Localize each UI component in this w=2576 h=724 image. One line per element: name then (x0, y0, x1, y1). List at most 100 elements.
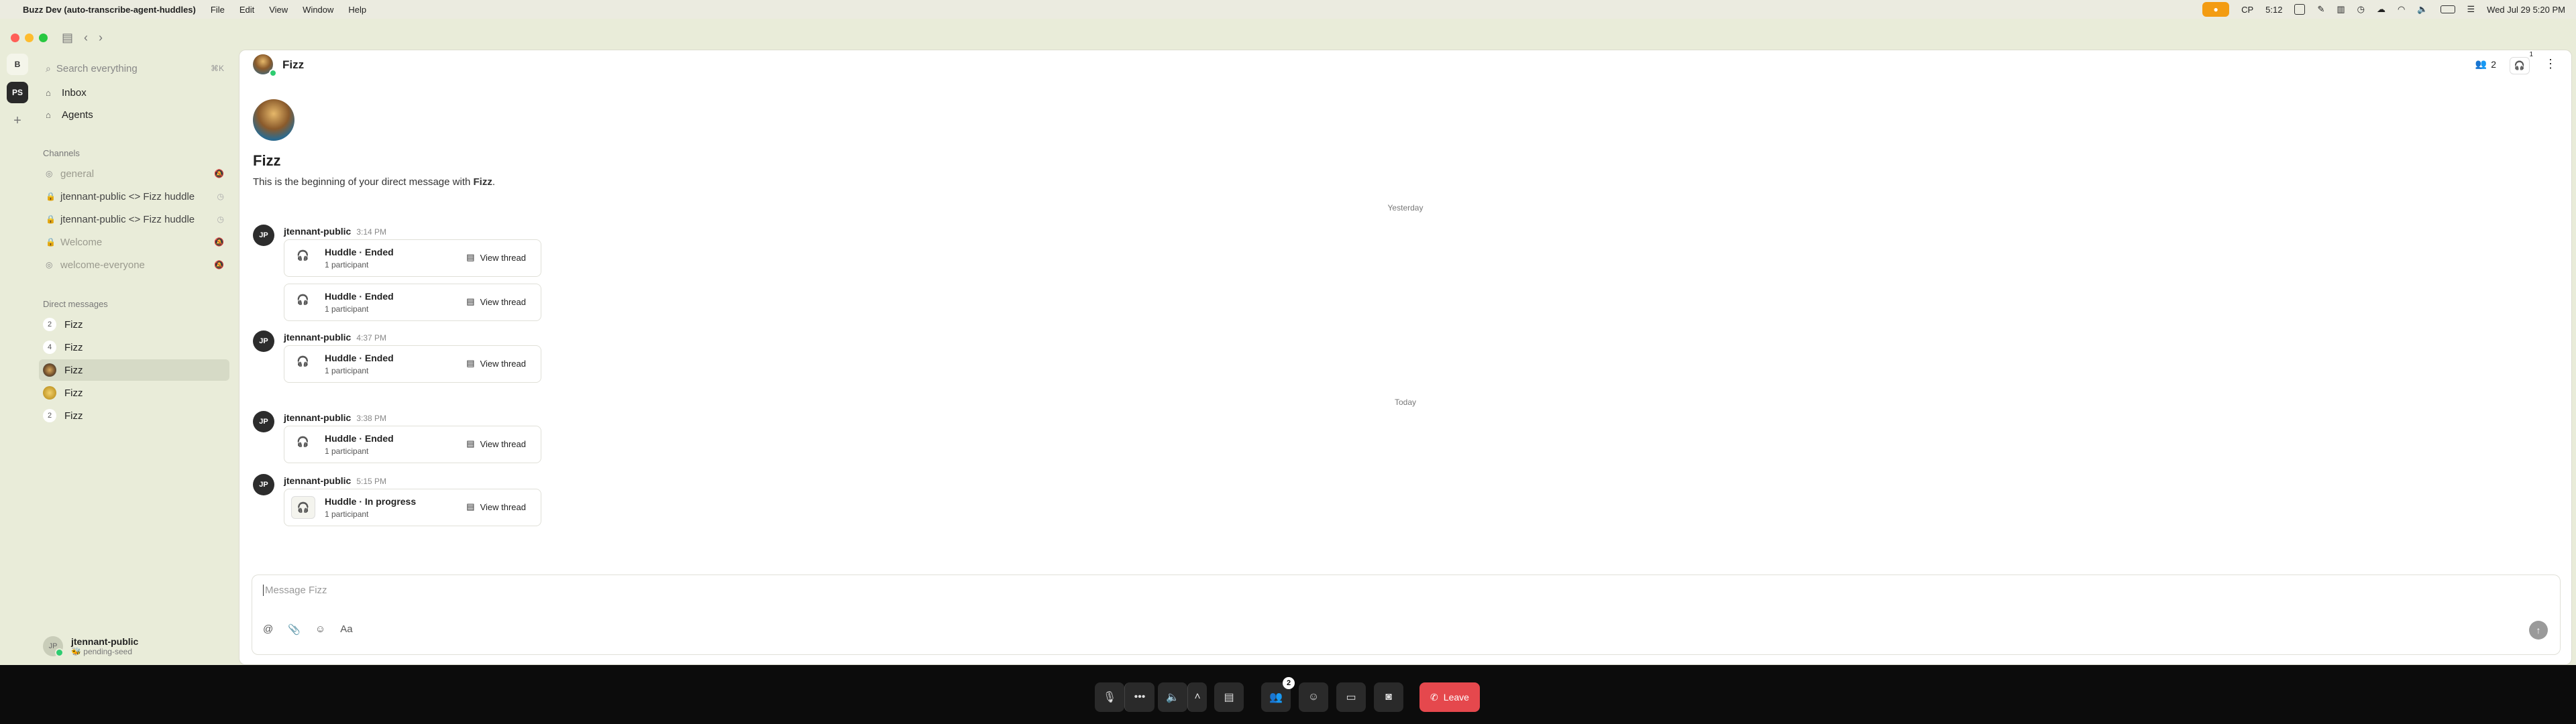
status-timer[interactable]: 5:12 (2265, 5, 2282, 15)
send-button[interactable]: ↑ (2529, 621, 2548, 640)
author-name[interactable]: jtennant-public (284, 332, 351, 343)
channel-welcome-everyone[interactable]: ◎ welcome-everyone 🔕 (39, 255, 229, 275)
emoji-icon[interactable]: ☺ (315, 623, 325, 636)
pen-icon[interactable]: ✎ (2317, 4, 2324, 15)
back-icon[interactable]: ‹ (84, 31, 88, 45)
dm-item-fizz-active[interactable]: Fizz (39, 359, 229, 381)
huddle-participants: 1 participant (325, 366, 369, 375)
control-center-icon[interactable]: ☰ (2467, 4, 2475, 15)
reaction-button[interactable]: ☺ (1299, 682, 1328, 712)
chart-icon[interactable]: ▥ (2337, 4, 2345, 15)
wifi-icon[interactable]: ◠ (2398, 4, 2405, 15)
menu-window[interactable]: Window (303, 5, 333, 15)
status-cp[interactable]: CP (2241, 5, 2253, 15)
mic-button[interactable]: 🎙 (1095, 682, 1124, 712)
dm-badge: 4 (43, 341, 56, 354)
window-controls (11, 34, 48, 42)
dm-item-fizz[interactable]: 2 Fizz (39, 405, 229, 426)
agent-button[interactable]: ◙ (1374, 682, 1403, 712)
add-workspace-button[interactable]: + (7, 110, 28, 131)
sidebar-toggle-icon[interactable]: ▤ (62, 31, 73, 45)
view-thread-button[interactable]: ▤ View thread (466, 296, 526, 307)
huddle-button[interactable]: 🎧 1 (2510, 51, 2533, 74)
format-button[interactable]: Aa (340, 623, 352, 636)
speaker-options-button[interactable]: ˄ (1187, 682, 1207, 712)
author-name[interactable]: jtennant-public (284, 412, 351, 423)
mic-recording-icon[interactable]: ● (2202, 2, 2230, 17)
channel-general[interactable]: ◎ general 🔕 (39, 164, 229, 184)
members-button[interactable]: 👥 2 (2475, 58, 2496, 70)
lock-icon: 🔒 (46, 215, 56, 224)
battery-icon[interactable] (2440, 5, 2455, 13)
channel-welcome[interactable]: 🔒 Welcome 🔕 (39, 232, 229, 252)
huddle-card[interactable]: 🎧 Huddle · Ended 1 participant ▤ View thr… (284, 239, 541, 277)
channel-label: Welcome (60, 236, 103, 248)
close-window-icon[interactable] (11, 34, 19, 42)
workspace-b-button[interactable]: B (7, 54, 28, 75)
menu-view[interactable]: View (269, 5, 288, 15)
dm-badge: 2 (43, 318, 56, 331)
view-thread-button[interactable]: ▤ View thread (466, 438, 526, 449)
dm-badge: 2 (43, 409, 56, 422)
speaker-icon: 🔈 (1166, 692, 1179, 703)
view-thread-label: View thread (480, 296, 526, 307)
author-name[interactable]: jtennant-public (284, 475, 351, 486)
transcript-icon: ▤ (1224, 692, 1234, 703)
mute-icon: 🔕 (214, 237, 224, 247)
clock-icon[interactable]: ◷ (2357, 4, 2365, 15)
leave-button[interactable]: ✆ Leave (1419, 682, 1480, 712)
sidebar-item-label: Agents (62, 109, 93, 121)
more-icon[interactable]: ⋮ (2544, 57, 2557, 71)
huddle-card[interactable]: 🎧 Huddle · Ended 1 participant ▤ View thr… (284, 345, 541, 383)
huddle-title: Huddle · Ended (325, 433, 394, 444)
dm-label: Fizz (64, 341, 83, 353)
sidebar-item-agents[interactable]: ⌂ Agents (39, 105, 229, 125)
dm-item-fizz[interactable]: 2 Fizz (39, 314, 229, 335)
thread-icon: ▤ (466, 358, 475, 368)
message-composer[interactable]: Message Fizz @ 📎 ☺ Aa ↑ (252, 575, 2561, 655)
transcript-button[interactable]: ▤ (1214, 682, 1244, 712)
zoom-window-icon[interactable] (39, 34, 48, 42)
huddle-participants: 1 participant (325, 260, 369, 269)
intro-name: Fizz (253, 152, 281, 169)
view-thread-button[interactable]: ▤ View thread (466, 358, 526, 369)
cloud-icon[interactable]: ☁ (2377, 4, 2385, 15)
huddle-card[interactable]: 🎧 Huddle · Ended 1 participant ▤ View thr… (284, 426, 541, 463)
avatar (43, 386, 56, 400)
current-user[interactable]: JP jtennant-public 🐝 pending-seed (40, 631, 231, 661)
app-name[interactable]: Buzz Dev (auto-transcribe-agent-huddles) (23, 5, 196, 15)
channel-huddle-2[interactable]: 🔒 jtennant-public <> Fizz huddle ◷ (39, 209, 229, 229)
huddle-card-active[interactable]: 🎧 Huddle · In progress 1 participant ▤ Vi… (284, 489, 541, 526)
huddle-title: Huddle · Ended (325, 291, 394, 302)
sidebar-item-inbox[interactable]: ⌂ Inbox (39, 82, 229, 103)
search-input[interactable]: ⌕ Search everything ⌘K (39, 58, 229, 79)
online-indicator (269, 69, 277, 77)
inbox-icon: ⌂ (46, 87, 51, 98)
author-name[interactable]: jtennant-public (284, 226, 351, 237)
view-thread-button[interactable]: ▤ View thread (466, 252, 526, 263)
huddle-card[interactable]: 🎧 Huddle · Ended 1 participant ▤ View thr… (284, 284, 541, 321)
workspace-ps-button[interactable]: PS (7, 82, 28, 103)
forward-icon[interactable]: › (99, 31, 103, 45)
thread-icon: ▤ (466, 438, 475, 448)
attach-icon[interactable]: 📎 (288, 623, 301, 636)
participants-button[interactable]: 👥 2 (1261, 677, 1295, 712)
mention-icon[interactable]: @ (263, 623, 273, 636)
battery-app-icon[interactable] (2294, 4, 2306, 15)
view-thread-button[interactable]: ▤ View thread (466, 501, 526, 512)
menu-bar: Buzz Dev (auto-transcribe-agent-huddles)… (0, 0, 2576, 19)
message-input[interactable]: Message Fizz (263, 585, 327, 596)
channel-huddle-1[interactable]: 🔒 jtennant-public <> Fizz huddle ◷ (39, 186, 229, 206)
menu-file[interactable]: File (211, 5, 225, 15)
volume-icon[interactable]: 🔈 (2417, 4, 2428, 15)
minimize-window-icon[interactable] (25, 34, 34, 42)
dm-item-fizz[interactable]: Fizz (39, 382, 229, 404)
menu-edit[interactable]: Edit (239, 5, 254, 15)
captions-button[interactable]: ▭ (1336, 682, 1366, 712)
menu-help[interactable]: Help (348, 5, 366, 15)
speaker-button[interactable]: 🔈 (1158, 682, 1187, 712)
mic-options-button[interactable]: ••• (1124, 682, 1155, 712)
hash-icon: ◎ (46, 169, 53, 178)
dm-item-fizz[interactable]: 4 Fizz (39, 337, 229, 358)
clock-text[interactable]: Wed Jul 29 5:20 PM (2487, 5, 2565, 15)
